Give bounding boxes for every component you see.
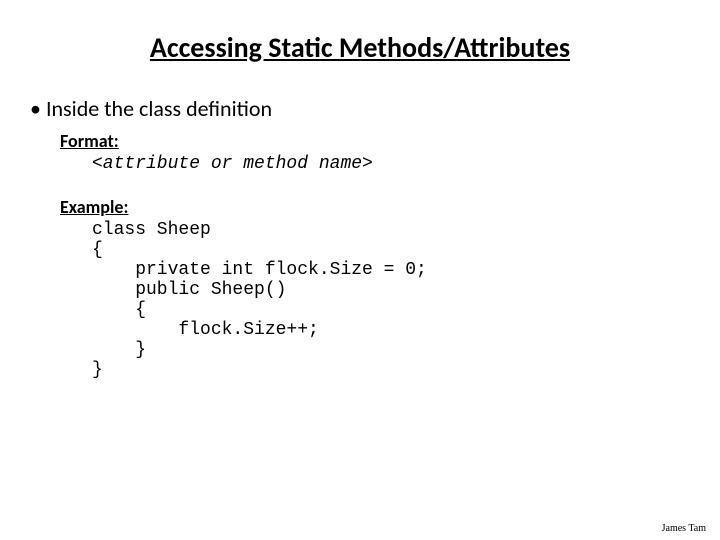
example-code-line: class Sheep bbox=[92, 220, 680, 240]
slide-title: Accessing Static Methods/Attributes bbox=[40, 30, 680, 65]
example-code-line: flock.Size++; bbox=[92, 320, 680, 340]
main-bullet: Inside the class definition bbox=[30, 95, 680, 122]
example-code-line: { bbox=[92, 300, 680, 320]
example-code-line: public Sheep() bbox=[92, 280, 680, 300]
example-code-line: } bbox=[92, 340, 680, 360]
example-code-line: } bbox=[92, 360, 680, 380]
format-label: Format: bbox=[60, 130, 680, 152]
footer-author: James Tam bbox=[662, 523, 706, 534]
example-label: Example: bbox=[60, 196, 680, 218]
format-code: <attribute or method name> bbox=[92, 154, 680, 174]
example-code-line: { bbox=[92, 240, 680, 260]
example-code-line: private int flock.Size = 0; bbox=[92, 260, 680, 280]
